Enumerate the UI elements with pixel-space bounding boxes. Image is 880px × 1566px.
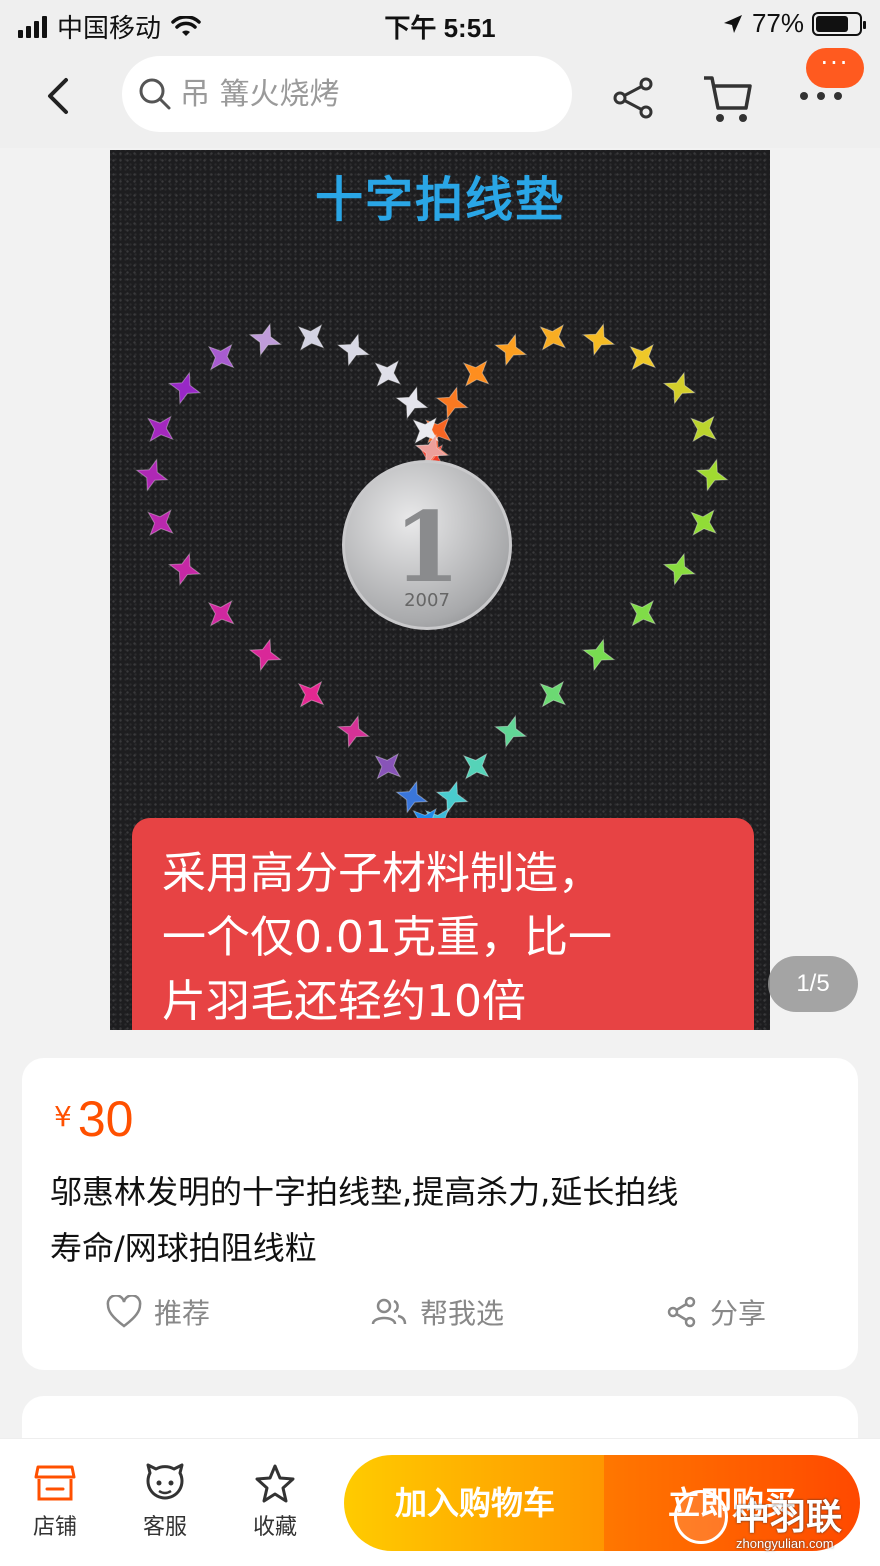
bead (297, 323, 325, 351)
bead (435, 780, 469, 814)
search-bar[interactable] (122, 56, 572, 132)
status-right: 77% (722, 8, 866, 39)
caption-line: 一个仅0.01克重，比一 (162, 912, 612, 963)
watermark-logo-icon (674, 1490, 728, 1544)
bead (336, 333, 371, 367)
bead (690, 509, 717, 537)
caption-line: 片羽毛还轻约10倍 (162, 976, 526, 1027)
heart-icon (106, 1295, 142, 1328)
bead (167, 552, 202, 586)
bead (207, 343, 235, 371)
help-choose-button[interactable]: 帮我选 (370, 1292, 504, 1332)
currency-symbol: ¥ (54, 1100, 72, 1133)
bead (629, 599, 657, 627)
bead (336, 714, 371, 749)
share-button[interactable]: 分享 (666, 1292, 766, 1332)
bead (248, 322, 283, 357)
battery-percent: 77% (751, 8, 804, 38)
top-nav: ··· (0, 48, 880, 148)
bead (167, 371, 202, 405)
store-tab[interactable]: 店铺 (10, 1463, 100, 1541)
product-title-line: 寿命/网球拍阻线粒 (50, 1229, 317, 1267)
customer-service-icon (146, 1463, 184, 1500)
location-arrow-icon (723, 14, 742, 33)
bead (695, 458, 729, 492)
store-icon (34, 1465, 76, 1501)
bead (147, 509, 174, 537)
image-pager: 1/5 (768, 956, 858, 1012)
favorite-label: 收藏 (252, 1515, 297, 1540)
bead (135, 458, 169, 492)
bead (374, 752, 402, 780)
recommend-label: 推荐 (154, 1297, 211, 1330)
star-icon (255, 1464, 295, 1503)
bead (395, 385, 429, 420)
coin-value: 1 (393, 491, 461, 604)
add-to-cart-button[interactable]: 加入购物车 (344, 1455, 606, 1551)
battery-icon (812, 11, 866, 36)
battery-fill (816, 15, 849, 32)
favorite-tab[interactable]: 收藏 (230, 1463, 320, 1541)
more-badge[interactable]: ··· (806, 48, 864, 88)
bead (248, 638, 283, 672)
bead (581, 638, 616, 672)
product-info-card: ¥30 邬惠林发明的十字拍线垫,提高杀力,延长拍线 寿命/网球拍阻线粒 推荐 帮… (22, 1058, 858, 1370)
coin-year: 2007 (404, 590, 450, 611)
bead (374, 360, 402, 387)
recommend-button[interactable]: 推荐 (106, 1292, 210, 1332)
search-icon (139, 78, 171, 110)
bead (582, 322, 616, 357)
bead (297, 680, 325, 708)
product-actions: 推荐 帮我选 分享 (22, 1292, 858, 1348)
service-tab[interactable]: 客服 (120, 1463, 210, 1541)
price: ¥30 (54, 1090, 133, 1148)
help-choose-label: 帮我选 (420, 1297, 505, 1330)
bead (147, 415, 174, 443)
watermark: 中羽联 zhongyulian.com (674, 1484, 874, 1560)
bead (462, 752, 490, 780)
watermark-url: zhongyulian.com (736, 1536, 834, 1551)
share-icon[interactable] (610, 74, 658, 122)
back-icon[interactable] (36, 74, 80, 118)
product-image[interactable]: 十字拍线垫 1 2007 采用高分子材料制造， 一个仅0.01克重，比一 片羽毛… (110, 150, 770, 1030)
share-label: 分享 (710, 1297, 767, 1330)
bead (662, 371, 697, 405)
bead (539, 680, 567, 708)
bead (207, 599, 235, 627)
store-label: 店铺 (32, 1515, 77, 1540)
watermark-name: 中羽联 (734, 1497, 843, 1538)
service-label: 客服 (142, 1515, 187, 1540)
status-bar: 中国移动 下午 5:51 77% (0, 0, 880, 48)
share-icon (667, 1296, 696, 1328)
bead (435, 385, 469, 420)
bead (539, 323, 567, 351)
bead (493, 333, 528, 367)
bead (662, 552, 697, 586)
bead (493, 714, 528, 749)
caption-line: 采用高分子材料制造， (162, 848, 602, 899)
bead (395, 780, 429, 814)
people-icon (371, 1298, 407, 1325)
price-value: 30 (77, 1091, 134, 1147)
bead (690, 415, 717, 443)
product-title: 邬惠林发明的十字拍线垫,提高杀力,延长拍线 寿命/网球拍阻线粒 (50, 1164, 830, 1276)
bead (629, 343, 657, 371)
search-input[interactable] (180, 76, 540, 112)
cart-icon[interactable] (700, 70, 756, 126)
product-title-line: 邬惠林发明的十字拍线垫,提高杀力,延长拍线 (50, 1173, 679, 1211)
image-caption: 采用高分子材料制造， 一个仅0.01克重，比一 片羽毛还轻约10倍 (132, 818, 754, 1030)
bead (462, 360, 490, 387)
coin: 1 2007 (342, 460, 512, 630)
